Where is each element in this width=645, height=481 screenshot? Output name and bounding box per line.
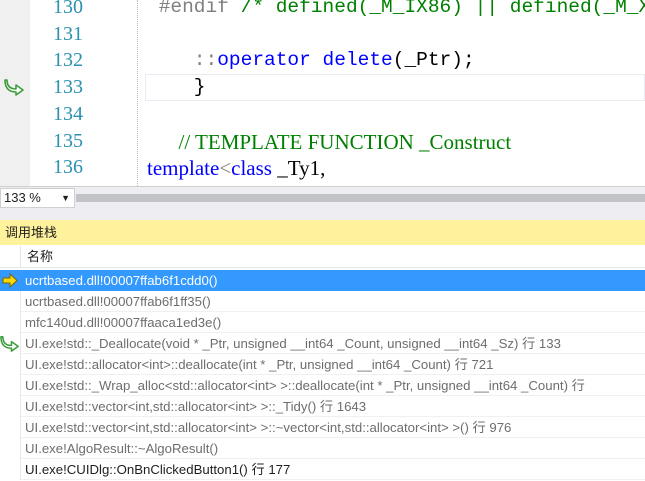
- frame-icon-cell: [0, 417, 21, 438]
- code-token: }: [147, 76, 206, 99]
- line-number: 134: [53, 102, 83, 125]
- code-token: template: [147, 156, 220, 181]
- code-token: class: [231, 156, 272, 181]
- call-stack-frame[interactable]: UI.exe!CUIDlg::OnBnClickedButton1() 行 17…: [0, 459, 645, 480]
- code-line[interactable]: 132 ::operator delete(_Ptr);: [0, 48, 645, 75]
- code-line[interactable]: 133 }: [0, 75, 645, 102]
- frame-label: UI.exe!std::vector<int,std::allocator<in…: [25, 420, 512, 435]
- code-token: /* defined(_M_IX86) || defined(_M_X64): [240, 0, 645, 18]
- chevron-down-icon: ▼: [61, 193, 70, 203]
- call-stack-frame[interactable]: UI.exe!std::_Wrap_alloc<std::allocator<i…: [0, 375, 645, 396]
- frame-icon-cell: [0, 438, 21, 459]
- code-line[interactable]: 136 template<class _Ty1,: [0, 155, 645, 182]
- frame-icon-cell: [0, 459, 21, 480]
- horizontal-scrollbar[interactable]: [76, 192, 645, 204]
- code-token: // TEMPLATE FUNCTION _Construct: [147, 129, 512, 154]
- call-stack-list: ucrtbased.dll!00007ffab6f1cdd0() ucrtbase…: [0, 270, 645, 480]
- zoom-dropdown[interactable]: 133 % ▼: [0, 188, 75, 208]
- scrollbar-thumb[interactable]: [76, 194, 645, 202]
- code-line[interactable]: 130 #endif /* defined(_M_IX86) || define…: [0, 0, 645, 22]
- frame-label: UI.exe!std::vector<int,std::allocator<in…: [25, 399, 367, 414]
- code-text: // TEMPLATE FUNCTION _Construct: [147, 129, 512, 155]
- code-token: operator: [217, 49, 311, 72]
- frame-icon-cell: [0, 396, 21, 417]
- call-stack-frame[interactable]: UI.exe!AlgoResult::~AlgoResult(): [0, 438, 645, 459]
- frame-label: UI.exe!AlgoResult::~AlgoResult(): [25, 441, 219, 456]
- frame-icon-cell: [0, 291, 21, 312]
- code-token: <: [219, 156, 232, 181]
- call-stack-frame[interactable]: UI.exe!std::vector<int,std::allocator<in…: [0, 417, 645, 438]
- code-token: (_Ptr);: [392, 49, 475, 72]
- editor-status-bar: 133 % ▼: [0, 186, 645, 208]
- line-number: 133: [53, 76, 83, 99]
- frame-label: UI.exe!std::allocator<int>::deallocate(i…: [25, 357, 494, 372]
- line-number: 131: [53, 22, 83, 45]
- line-number: 135: [53, 129, 83, 152]
- frame-label: mfc140ud.dll!00007ffaaca1ed3e(): [25, 315, 222, 330]
- panel-splitter[interactable]: [0, 208, 645, 220]
- call-stack-frame[interactable]: ucrtbased.dll!00007ffab6f1ff35(): [0, 291, 645, 312]
- frame-label: UI.exe!CUIDlg::OnBnClickedButton1() 行 17…: [25, 462, 291, 477]
- line-number: 130: [53, 0, 83, 18]
- line-number: 136: [53, 156, 83, 179]
- line-number: 132: [53, 49, 83, 72]
- call-stack-frame[interactable]: UI.exe!std::vector<int,std::allocator<in…: [0, 396, 645, 417]
- frame-label: UI.exe!std::_Wrap_alloc<std::allocator<i…: [25, 378, 585, 393]
- frame-icon-cell: [0, 375, 21, 396]
- code-line[interactable]: 131: [0, 22, 645, 49]
- frame-icon-cell: [0, 312, 21, 333]
- frame-icon-cell: [0, 354, 21, 375]
- code-text: ::operator delete(_Ptr);: [147, 49, 475, 71]
- frame-label: ucrtbased.dll!00007ffab6f1ff35(): [25, 294, 211, 309]
- code-token: ::: [147, 49, 218, 72]
- frame-label: ucrtbased.dll!00007ffab6f1cdd0(): [25, 273, 218, 288]
- code-line[interactable]: 134: [0, 102, 645, 129]
- code-editor[interactable]: 130 #endif /* defined(_M_IX86) || define…: [0, 0, 645, 186]
- icon-column-header: [0, 246, 21, 268]
- call-stack-frame[interactable]: UI.exe!std::allocator<int>::deallocate(i…: [0, 354, 645, 375]
- call-stack-frame[interactable]: UI.exe!std::_Deallocate(void * _Ptr, uns…: [0, 333, 645, 354]
- code-token: delete: [322, 49, 393, 72]
- code-text: #endif /* defined(_M_IX86) || defined(_M…: [147, 0, 645, 18]
- call-stack-title[interactable]: 调用堆栈: [0, 220, 645, 245]
- call-stack-column-header: 名称: [0, 246, 645, 268]
- code-token: _Ty1,: [271, 156, 326, 181]
- code-line[interactable]: 135 // TEMPLATE FUNCTION _Construct: [0, 129, 645, 156]
- row-divider: [21, 479, 645, 480]
- call-stack-frame[interactable]: mfc140ud.dll!00007ffaaca1ed3e(): [0, 312, 645, 333]
- column-name-label[interactable]: 名称: [27, 246, 53, 268]
- code-text: }: [147, 76, 206, 98]
- call-stack-frame[interactable]: ucrtbased.dll!00007ffab6f1cdd0(): [0, 270, 645, 291]
- frame-label: UI.exe!std::_Deallocate(void * _Ptr, uns…: [25, 336, 561, 351]
- return-point-arrow-icon: [0, 333, 21, 354]
- zoom-value: 133 %: [4, 190, 41, 205]
- code-text: template<class _Ty1,: [147, 156, 325, 181]
- code-token: #endif: [147, 0, 241, 18]
- current-frame-arrow-icon: [0, 270, 21, 291]
